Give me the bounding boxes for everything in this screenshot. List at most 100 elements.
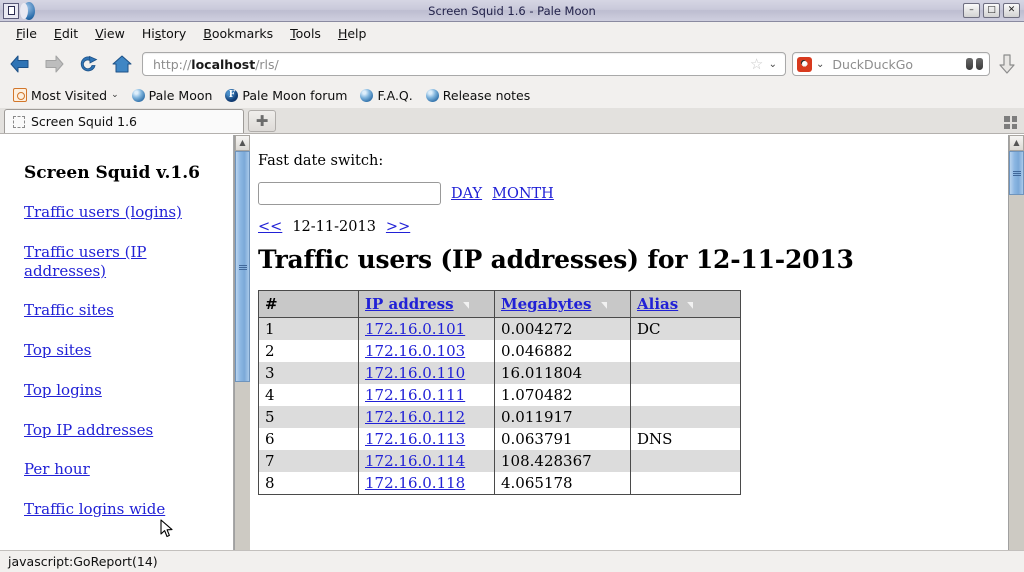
column-header-alias[interactable]: Alias [630,290,741,318]
duckduckgo-icon[interactable] [797,56,812,72]
globe-icon [131,88,145,102]
date-input[interactable] [258,182,441,205]
bookmark-star-icon[interactable]: ☆ [749,55,765,73]
forward-button [40,50,68,78]
cell-alias [630,362,741,384]
bookmark-most-visited[interactable]: Most Visited ⌄ [8,86,124,105]
ip-address-link[interactable]: 172.16.0.111 [365,386,465,404]
forum-icon: F [225,88,239,102]
bookmark-faq[interactable]: F.A.Q. [355,86,417,105]
menu-history[interactable]: History [134,24,194,43]
bookmark-label: F.A.Q. [377,87,413,103]
table-row: 5 172.16.0.112 0.011917 [258,406,741,428]
bookmark-pale-moon[interactable]: Pale Moon [127,86,218,105]
tab-list-grid-icon[interactable] [1004,116,1017,129]
scroll-up-arrow-icon[interactable]: ▲ [235,135,250,151]
url-bar[interactable]: http://localhost/rls/ ☆ ⌄ [142,52,786,76]
search-input[interactable]: DuckDuckGo [832,57,966,72]
scroll-grip-icon [1012,170,1021,176]
home-button[interactable] [108,50,136,78]
day-link[interactable]: DAY [451,186,482,202]
scroll-up-arrow-icon[interactable]: ▲ [1009,135,1024,151]
download-arrow-icon[interactable] [996,51,1018,77]
page-content: Screen Squid v.1.6 Traffic users (logins… [0,134,1024,566]
column-header-ip-address[interactable]: IP address [358,290,495,318]
table-header-row: # IP address Megabytes Alias [258,290,741,318]
cell-ip-address: 172.16.0.118 [358,472,495,495]
bookmark-label: Pale Moon forum [242,87,348,103]
column-sort-link[interactable]: Megabytes [501,295,591,313]
menu-bookmarks[interactable]: Bookmarks [195,24,281,43]
cell-alias [630,384,741,406]
sidebar-scrollbar[interactable]: ▲ ▼ [234,135,250,566]
sort-arrow-icon[interactable] [687,301,694,309]
search-bar[interactable]: ⌄ DuckDuckGo [792,52,990,76]
cell-alias [630,340,741,362]
close-button[interactable]: ✕ [1003,3,1020,18]
binoculars-search-icon[interactable] [966,57,983,71]
table-row: 6 172.16.0.113 0.063791 DNS [258,428,741,450]
sort-arrow-icon[interactable] [462,301,469,309]
page-scrollbar[interactable]: ▲ ▼ [1008,135,1024,566]
page-scroll-thumb[interactable] [1009,151,1024,195]
page-scroll-track[interactable] [1009,151,1024,550]
system-menu-icon[interactable] [3,2,19,19]
sidebar-item-top-logins[interactable]: Top logins [24,381,199,400]
ip-address-link[interactable]: 172.16.0.118 [365,474,465,492]
prev-date-link[interactable]: << [258,219,282,235]
sidebar-item-traffic-sites[interactable]: Traffic sites [24,301,199,320]
table-row: 2 172.16.0.103 0.046882 [258,340,741,362]
tab-favicon-placeholder-icon [13,115,25,128]
cell-number: 5 [258,406,359,428]
maximize-button[interactable]: □ [983,3,1000,18]
ip-address-link[interactable]: 172.16.0.110 [365,364,465,382]
sidebar-item-per-hour[interactable]: Per hour [24,460,199,479]
reload-button[interactable] [74,50,102,78]
back-button[interactable] [6,50,34,78]
new-tab-button[interactable]: ✚ [248,110,276,132]
most-visited-icon [13,88,27,102]
chevron-down-icon[interactable]: ⌄ [111,90,119,100]
menu-view[interactable]: View [87,24,133,43]
menu-edit[interactable]: Edit [46,24,86,43]
menu-file[interactable]: File [8,24,45,43]
titlebar-icons [0,1,36,20]
ip-address-link[interactable]: 172.16.0.101 [365,320,465,338]
cell-number: 6 [258,428,359,450]
sidebar-item-traffic-users-logins[interactable]: Traffic users (logins) [24,203,199,222]
bookmark-label: Most Visited [31,87,108,103]
next-date-link[interactable]: >> [386,219,410,235]
cell-ip-address: 172.16.0.114 [358,450,495,472]
table-row: 7 172.16.0.114 108.428367 [258,450,741,472]
sidebar-item-traffic-logins-wide[interactable]: Traffic logins wide [24,500,199,519]
cell-megabytes: 0.063791 [494,428,631,450]
ip-address-link[interactable]: 172.16.0.113 [365,430,465,448]
sidebar-scroll-thumb[interactable] [235,151,250,383]
sidebar-scroll-track[interactable] [235,151,250,550]
sidebar-item-traffic-users-ip[interactable]: Traffic users (IP addresses) [24,243,199,281]
column-header-number: # [258,290,359,318]
sidebar-item-top-ip-addresses[interactable]: Top IP addresses [24,421,199,440]
column-header-megabytes[interactable]: Megabytes [494,290,631,318]
menu-help[interactable]: Help [330,24,375,43]
ip-address-link[interactable]: 172.16.0.114 [365,452,465,470]
bookmark-pale-moon-forum[interactable]: F Pale Moon forum [220,86,352,105]
column-sort-link[interactable]: Alias [637,295,678,313]
menu-tools[interactable]: Tools [282,24,329,43]
search-engine-chevron-icon[interactable]: ⌄ [812,59,828,70]
cell-number: 3 [258,362,359,384]
tab-screen-squid[interactable]: Screen Squid 1.6 [4,109,244,133]
bookmark-release-notes[interactable]: Release notes [421,86,536,105]
cell-alias: DC [630,317,741,340]
current-date: 12-11-2013 [292,219,376,235]
sort-arrow-icon[interactable] [600,301,607,309]
cell-megabytes: 0.011917 [494,406,631,428]
url-dropdown-chevron-icon[interactable]: ⌄ [765,59,781,70]
url-text: http://localhost/rls/ [153,56,279,72]
column-sort-link[interactable]: IP address [365,295,454,313]
ip-address-link[interactable]: 172.16.0.112 [365,408,465,426]
minimize-button[interactable]: – [963,3,980,18]
sidebar-item-top-sites[interactable]: Top sites [24,341,199,360]
ip-address-link[interactable]: 172.16.0.103 [365,342,465,360]
month-link[interactable]: MONTH [492,186,554,202]
